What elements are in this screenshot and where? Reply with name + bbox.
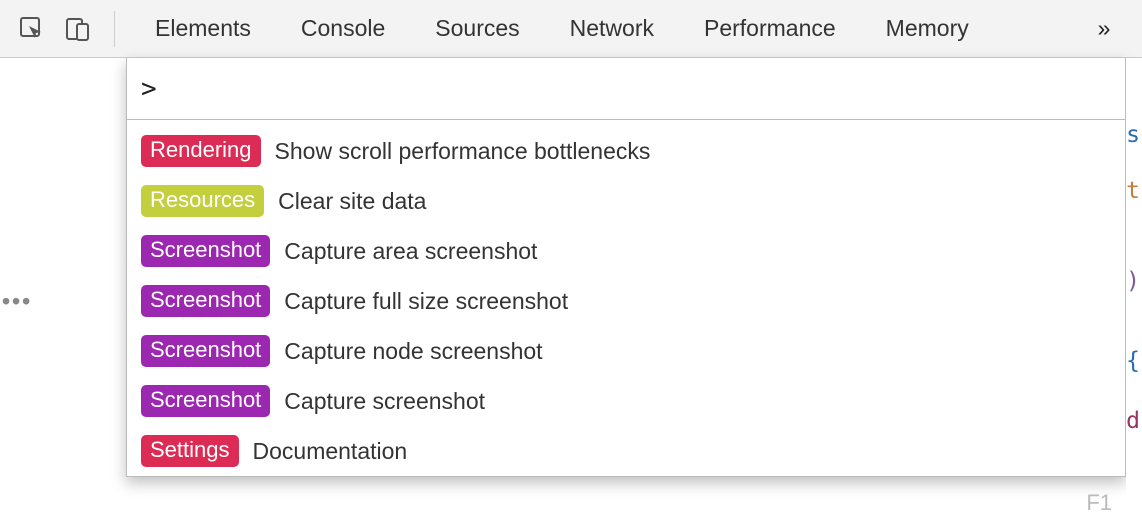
command-badge: Screenshot [141,385,270,417]
right-edge-cropped: s t ) { d [1126,58,1142,520]
tabs-overflow-button[interactable]: » [1084,15,1124,42]
tab-performance[interactable]: Performance [704,15,836,42]
tab-sources[interactable]: Sources [435,15,519,42]
command-item[interactable]: Screenshot Capture full size screenshot [127,276,1125,326]
command-prompt-glyph: > [141,74,157,104]
command-label: Show scroll performance bottlenecks [275,138,651,165]
command-badge: Resources [141,185,264,217]
chevron-double-right-icon: » [1098,15,1111,42]
devtools-tabs: Elements Console Sources Network Perform… [115,15,1084,42]
shortcut-hint: F1 [1086,490,1112,516]
devtools-toolbar: Elements Console Sources Network Perform… [0,0,1142,58]
command-label: Capture area screenshot [284,238,537,265]
command-badge: Screenshot [141,335,270,367]
command-badge: Rendering [141,135,261,167]
left-gutter: ••• [0,58,126,520]
command-badge: Screenshot [141,235,270,267]
command-item[interactable]: Screenshot Capture screenshot [127,376,1125,426]
command-item[interactable]: Screenshot Capture area screenshot [127,226,1125,276]
toolbar-icons [18,11,115,47]
device-toggle-icon[interactable] [64,15,92,43]
command-label: Capture node screenshot [284,338,542,365]
command-item[interactable]: Rendering Show scroll performance bottle… [127,126,1125,176]
tab-console[interactable]: Console [301,15,385,42]
tab-elements[interactable]: Elements [155,15,251,42]
command-label: Capture full size screenshot [284,288,568,315]
command-menu: > Rendering Show scroll performance bott… [126,58,1126,477]
command-item[interactable]: Resources Clear site data [127,176,1125,226]
command-badge: Settings [141,435,239,467]
command-label: Clear site data [278,188,426,215]
command-item[interactable]: Settings Documentation [127,426,1125,476]
command-label: Documentation [253,438,408,465]
tab-network[interactable]: Network [570,15,654,42]
inspect-icon[interactable] [18,15,46,43]
command-label: Capture screenshot [284,388,485,415]
command-menu-results: Rendering Show scroll performance bottle… [127,120,1125,476]
tab-memory[interactable]: Memory [886,15,969,42]
command-menu-input[interactable]: > [127,58,1125,120]
command-item[interactable]: Screenshot Capture node screenshot [127,326,1125,376]
ellipsis-icon: ••• [2,288,32,315]
command-badge: Screenshot [141,285,270,317]
